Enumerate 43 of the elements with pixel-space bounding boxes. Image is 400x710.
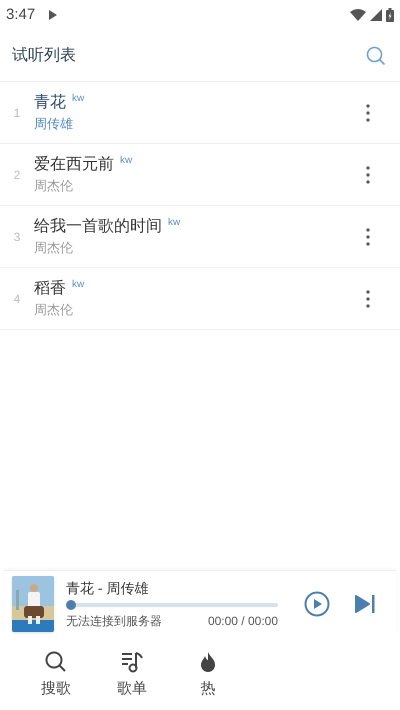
more-icon[interactable] (366, 166, 370, 184)
song-number: 2 (12, 166, 22, 184)
song-number: 3 (12, 228, 22, 246)
source-tag: kw (72, 92, 84, 106)
play-icon (49, 10, 58, 20)
song-row[interactable]: 1 青花 kw 周传雄 (0, 82, 400, 144)
song-number: 1 (12, 104, 22, 122)
song-artist: 周杰伦 (34, 238, 74, 256)
more-icon[interactable] (366, 228, 370, 246)
song-title: 爱在西元前 (34, 154, 114, 174)
song-title: 青花 (34, 92, 66, 112)
page-title: 试听列表 (12, 46, 76, 66)
song-artist: 周杰伦 (34, 300, 74, 318)
battery-icon (386, 8, 394, 22)
time-text: 00:00 / 00:00 (208, 612, 278, 630)
song-artist: 周杰伦 (34, 176, 74, 194)
music-list-icon (120, 650, 144, 674)
song-row[interactable]: 4 稻香 kw 周杰伦 (0, 268, 400, 330)
song-title: 给我一首歌的时间 (34, 216, 162, 236)
search-icon (44, 650, 68, 674)
song-row[interactable]: 2 爱在西元前 kw 周杰伦 (0, 144, 400, 206)
song-number: 4 (12, 290, 22, 308)
song-row[interactable]: 3 给我一首歌的时间 kw 周杰伦 (0, 206, 400, 268)
nav-tab[interactable]: 热 (170, 650, 246, 700)
wifi-icon (350, 9, 366, 21)
search-button[interactable] (364, 44, 388, 68)
progress-thumb[interactable] (66, 600, 76, 610)
nav-tab[interactable]: 搜歌 (18, 650, 94, 700)
next-button[interactable] (354, 594, 376, 614)
source-tag: kw (72, 278, 84, 292)
signal-icon (370, 9, 382, 21)
status-text: 无法连接到服务器 (66, 612, 162, 630)
progress-bar[interactable] (66, 600, 278, 610)
status-time: 3:47 (6, 4, 36, 25)
more-icon[interactable] (366, 104, 370, 122)
song-artist: 周传雄 (34, 114, 74, 132)
now-playing-title: 青花 - 周传雄 (66, 578, 150, 598)
source-tag: kw (120, 154, 132, 168)
source-tag: kw (168, 216, 180, 230)
more-icon[interactable] (366, 290, 370, 308)
play-button[interactable] (304, 590, 330, 616)
nav-tab[interactable]: 歌单 (94, 650, 170, 700)
song-title: 稻香 (34, 278, 66, 298)
